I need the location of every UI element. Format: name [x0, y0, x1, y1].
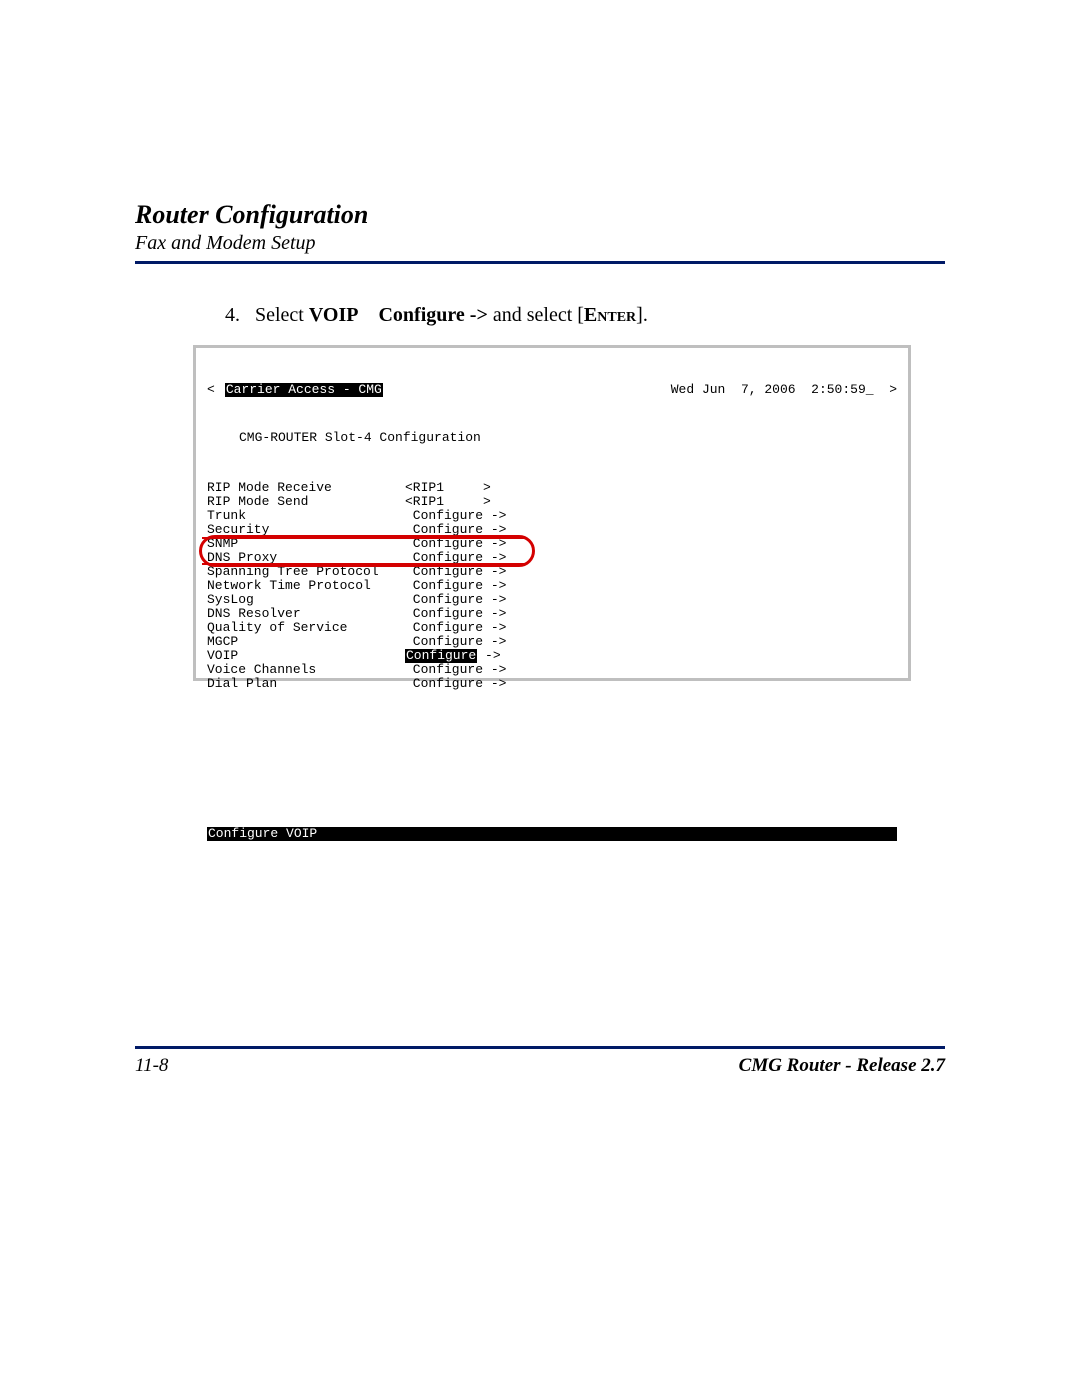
terminal-screenshot: < Carrier Access - CMG Wed Jun 7, 2006 2…: [193, 345, 911, 681]
config-row: DNS Proxy Configure ->: [207, 551, 897, 565]
config-row: Dial Plan Configure ->: [207, 677, 897, 691]
scroll-right-indicator: >: [889, 382, 897, 397]
config-row-label: DNS Resolver: [207, 607, 405, 621]
config-row: MGCP Configure ->: [207, 635, 897, 649]
config-row: SNMP Configure ->: [207, 537, 897, 551]
status-text: Configure VOIP: [208, 826, 317, 841]
step-enter: Enter: [584, 304, 636, 326]
step-bold-voip: VOIP: [309, 304, 359, 326]
config-row-value: Configure ->: [405, 509, 506, 523]
config-rows: RIP Mode Receive<RIP1 >RIP Mode Send<RIP…: [207, 481, 897, 691]
document-page: Router Configuration Fax and Modem Setup…: [0, 0, 1080, 1397]
config-row-value: Configure ->: [405, 551, 506, 565]
config-row-value: Configure ->: [405, 677, 506, 691]
page-number: 11-8: [135, 1055, 168, 1077]
footer-rule: [135, 1046, 945, 1049]
config-row-value: <RIP1 >: [405, 481, 491, 495]
config-row-label: RIP Mode Send: [207, 495, 405, 509]
config-row-value: <RIP1 >: [405, 495, 491, 509]
terminal-status-bar: Configure VOIP: [207, 827, 897, 841]
config-row-label: Trunk: [207, 509, 405, 523]
config-row-value: Configure ->: [405, 621, 506, 635]
config-row-tail: ->: [477, 649, 500, 663]
config-row: Voice Channels Configure ->: [207, 663, 897, 677]
config-row: Quality of Service Configure ->: [207, 621, 897, 635]
config-row-label: DNS Proxy: [207, 551, 405, 565]
config-row-label: SysLog: [207, 593, 405, 607]
config-row: SysLog Configure ->: [207, 593, 897, 607]
config-row-label: Spanning Tree Protocol: [207, 565, 405, 579]
config-row: VOIPConfigure ->: [207, 649, 897, 663]
page-footer: 11-8 CMG Router - Release 2.7: [135, 1046, 945, 1077]
step-mid: and select [: [493, 304, 584, 326]
config-row-label: Voice Channels: [207, 663, 405, 677]
config-row-label: Quality of Service: [207, 621, 405, 635]
config-row-value: Configure ->: [405, 607, 506, 621]
config-row-value: Configure ->: [405, 537, 506, 551]
config-row-value: Configure ->: [405, 565, 506, 579]
config-row-value-selected[interactable]: Configure: [405, 649, 477, 663]
terminal-timestamp: Wed Jun 7, 2006 2:50:59_ >: [671, 383, 897, 397]
config-row: RIP Mode Send<RIP1 >: [207, 495, 897, 509]
scroll-left-indicator: <: [207, 383, 215, 397]
config-row: Network Time Protocol Configure ->: [207, 579, 897, 593]
step-bold-configure: Configure ->: [378, 304, 487, 326]
page-title: Router Configuration: [135, 200, 945, 230]
config-row-value: Configure ->: [405, 579, 506, 593]
config-row: Spanning Tree Protocol Configure ->: [207, 565, 897, 579]
config-row-label: SNMP: [207, 537, 405, 551]
terminal-subtitle: CMG-ROUTER Slot-4 Configuration: [239, 431, 897, 445]
config-row: Trunk Configure ->: [207, 509, 897, 523]
step-number: 4.: [225, 304, 240, 326]
step-prefix: Select: [255, 304, 309, 326]
terminal: < Carrier Access - CMG Wed Jun 7, 2006 2…: [199, 351, 905, 675]
config-row-value: Configure ->: [405, 635, 506, 649]
config-row-value: Configure ->: [405, 593, 506, 607]
terminal-title-bar: < Carrier Access - CMG Wed Jun 7, 2006 2…: [207, 383, 897, 397]
config-row-label: MGCP: [207, 635, 405, 649]
page-subtitle: Fax and Modem Setup: [135, 232, 945, 255]
release-label: CMG Router - Release 2.7: [739, 1055, 945, 1077]
config-row-label: RIP Mode Receive: [207, 481, 405, 495]
config-row-value: Configure ->: [405, 663, 506, 677]
config-row: DNS Resolver Configure ->: [207, 607, 897, 621]
timestamp-text: Wed Jun 7, 2006 2:50:59_: [671, 382, 874, 397]
header-rule: [135, 261, 945, 264]
config-row-value: Configure ->: [405, 523, 506, 537]
config-row: Security Configure ->: [207, 523, 897, 537]
terminal-banner: Carrier Access - CMG: [225, 383, 383, 397]
config-row: RIP Mode Receive<RIP1 >: [207, 481, 897, 495]
config-row-label: Security: [207, 523, 405, 537]
config-row-label: Dial Plan: [207, 677, 405, 691]
config-row-label: VOIP: [207, 649, 405, 663]
instruction-step: 4. Select VOIP Configure -> and select […: [225, 304, 945, 327]
config-row-label: Network Time Protocol: [207, 579, 405, 593]
step-suffix: ].: [636, 304, 648, 326]
